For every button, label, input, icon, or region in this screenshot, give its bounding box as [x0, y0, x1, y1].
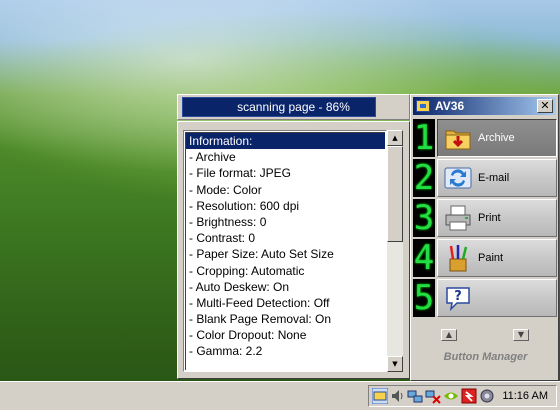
taskbar-clock: 11:16 AM — [502, 390, 548, 402]
info-list-item[interactable]: - Cropping: Automatic — [186, 263, 385, 279]
button-number-1: 1 — [413, 118, 435, 158]
info-list-item[interactable]: - Paper Size: Auto Set Size — [186, 246, 385, 262]
settings-icon[interactable] — [479, 388, 495, 404]
email-button[interactable]: E-mail — [437, 159, 557, 197]
button-manager-title: AV36 — [435, 99, 465, 113]
scan-info-list[interactable]: Information: - Archive - File format: JPEG… — [183, 130, 387, 372]
info-list-item[interactable]: - Mode: Color — [186, 182, 385, 198]
help-button[interactable]: ? — [437, 279, 557, 317]
info-list-item[interactable]: - Resolution: 600 dpi — [186, 198, 385, 214]
volume-icon[interactable] — [390, 388, 406, 404]
button-number-2: 2 — [413, 158, 435, 198]
scan-info-list-body: Information: - Archive - File format: JPEG… — [185, 132, 385, 370]
scan-info-panel: Information: - Archive - File format: JPEG… — [177, 121, 410, 379]
info-list-header[interactable]: Information: — [186, 133, 385, 150]
antivirus-icon[interactable] — [461, 388, 477, 404]
button-manager-app-icon — [416, 100, 430, 112]
info-list-item[interactable]: - File format: JPEG — [186, 165, 385, 181]
info-list-item[interactable]: - Blank Page Removal: On — [186, 311, 385, 327]
help-question-icon: ? — [446, 287, 470, 312]
email-button-label: E-mail — [478, 172, 510, 184]
button-row-2: 2 E-mail — [413, 159, 557, 197]
network-icon[interactable] — [407, 388, 423, 404]
info-vertical-scrollbar[interactable]: ▲ ▼ — [387, 130, 403, 372]
button-manager-tray-icon[interactable] — [372, 388, 388, 404]
archive-button[interactable]: Archive — [437, 119, 557, 157]
print-button-label: Print — [478, 212, 501, 224]
scroll-down-button[interactable]: ▼ — [387, 356, 403, 372]
info-list-item[interactable]: - Multi-Feed Detection: Off — [186, 295, 385, 311]
printer-icon — [445, 205, 471, 231]
paint-button-label: Paint — [478, 252, 504, 264]
button-number-5: 5 — [413, 278, 435, 318]
paint-brushes-icon — [449, 245, 468, 272]
info-list-item[interactable]: - Gamma: 2.2 — [186, 343, 385, 359]
button-number-3: 3 — [413, 198, 435, 238]
paint-button[interactable]: Paint — [437, 239, 557, 277]
button-manager-window: AV36 ✕ 1 Archive 2 E-mail 3 Print 4 Pain… — [410, 94, 559, 381]
button-row-4: 4 Paint — [413, 239, 557, 277]
nvidia-icon[interactable] — [443, 388, 459, 404]
scroll-buttons-up-arrow[interactable]: ▲ — [441, 329, 457, 341]
scroll-thumb[interactable] — [387, 146, 403, 242]
info-list-item[interactable]: - Contrast: 0 — [186, 230, 385, 246]
button-number-4: 4 — [413, 238, 435, 278]
scroll-up-button[interactable]: ▲ — [387, 130, 403, 146]
scroll-buttons-down-arrow[interactable]: ▼ — [513, 329, 529, 341]
button-row-1: 1 Archive — [413, 119, 557, 157]
button-row-5: 5 ? — [413, 279, 557, 317]
network-disconnected-icon[interactable] — [425, 388, 441, 404]
svg-text:?: ? — [454, 289, 462, 304]
scan-progress-text: scanning page - 86% — [237, 100, 350, 114]
system-tray: 11:16 AM — [368, 385, 557, 407]
info-list-item[interactable]: - Auto Deskew: On — [186, 279, 385, 295]
scan-progress-window: scanning page - 86% — [177, 94, 410, 120]
archive-folder-icon — [445, 130, 471, 150]
archive-button-label: Archive — [478, 132, 515, 144]
button-manager-titlebar[interactable]: AV36 ✕ — [413, 97, 556, 115]
close-button[interactable]: ✕ — [537, 99, 553, 113]
info-list-item[interactable]: - Brightness: 0 — [186, 214, 385, 230]
taskbar: 11:16 AM — [0, 381, 560, 410]
info-list-item[interactable]: - Color Dropout: None — [186, 327, 385, 343]
print-button[interactable]: Print — [437, 199, 557, 237]
info-list-item[interactable]: - Archive — [186, 149, 385, 165]
button-manager-footer: Button Manager — [443, 351, 528, 363]
email-arrows-icon — [444, 167, 472, 189]
button-row-3: 3 Print — [413, 199, 557, 237]
